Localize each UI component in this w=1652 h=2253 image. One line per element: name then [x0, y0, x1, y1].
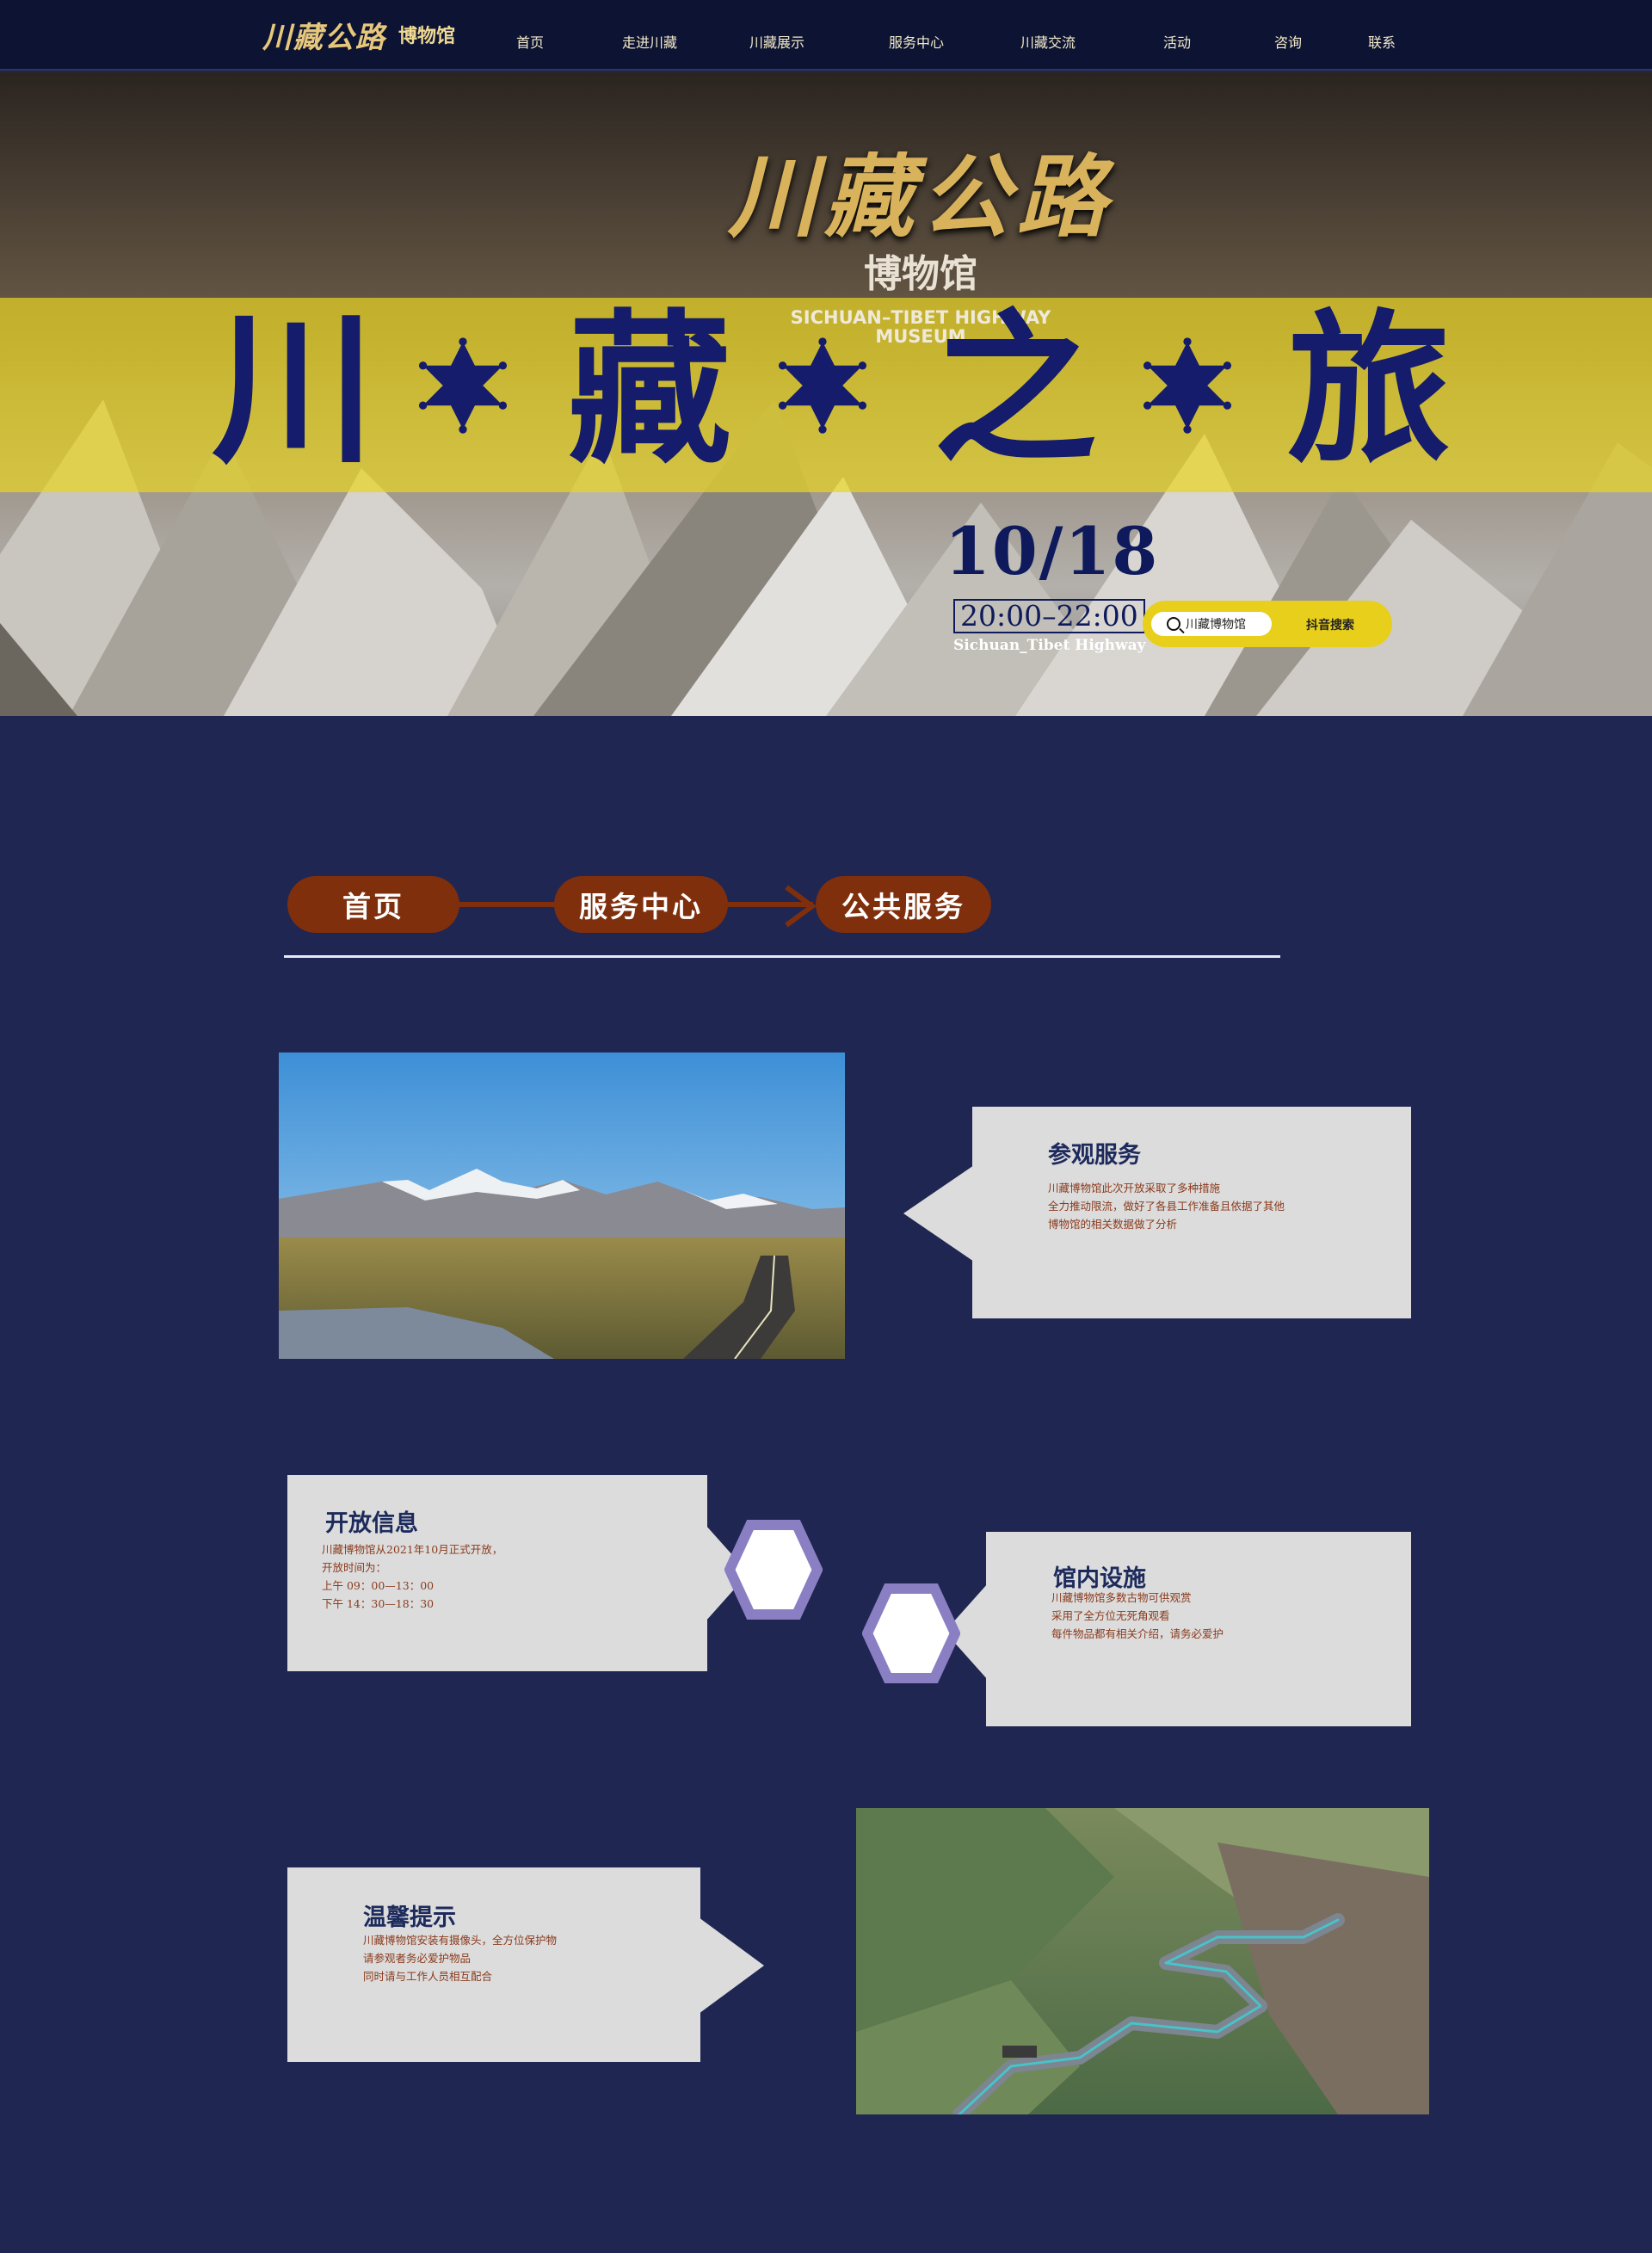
logo-sub: 博物馆 — [398, 26, 456, 47]
top-nav: 川藏公路 博物馆 首页 走进川藏 川藏展示 服务中心 川藏交流 活动 咨询 联系 — [0, 0, 1652, 71]
facility-line: 每件物品都有相关介绍，请务必爱护 — [1051, 1627, 1224, 1640]
card-pointer-right — [699, 1917, 764, 2014]
tips-card: 温馨提示 川藏博物馆安装有摄像头，全方位保护物 请参观者务必爱护物品 同时请与工… — [287, 1867, 700, 2062]
visit-service-card: 参观服务 川藏博物馆此次开放采取了多种措施 全力推动限流，做好了各县工作准备且依… — [972, 1107, 1411, 1318]
hero-title-script: 川藏公路 — [727, 144, 1113, 250]
hero-char-1: 川 — [212, 295, 376, 485]
facility-line: 采用了全方位无死角观看 — [1051, 1609, 1170, 1622]
open-info-line: 上午 09：00—13：00 — [322, 1579, 435, 1592]
search-icon — [1167, 617, 1180, 631]
nav-item-service[interactable]: 服务中心 — [889, 31, 944, 52]
nav-item-home[interactable]: 首页 — [516, 31, 544, 52]
tips-line: 川藏博物馆安装有摄像头，全方位保护物 — [363, 1934, 558, 1947]
site-logo[interactable]: 川藏公路 博物馆 — [262, 15, 456, 55]
nav-item-activity[interactable]: 活动 — [1163, 31, 1191, 52]
nav-item-about[interactable]: 走进川藏 — [622, 31, 677, 52]
visit-service-line: 博物馆的相关数据做了分析 — [1048, 1218, 1178, 1231]
facility-card: 馆内设施 川藏博物馆多数古物可供观赏 采用了全方位无死角观看 每件物品都有相关介… — [986, 1532, 1411, 1726]
search-button[interactable]: 抖音搜索 — [1306, 616, 1354, 633]
hero-caption: Sichuan_Tibet Highway — [953, 637, 1146, 654]
hero-char-2: 藏 — [568, 295, 732, 485]
crumb-connector — [447, 902, 559, 907]
tips-line: 同时请与工作人员相互配合 — [363, 1970, 493, 1983]
nav-item-contact[interactable]: 联系 — [1368, 31, 1396, 52]
star-icon — [418, 337, 508, 434]
star-icon — [1143, 337, 1232, 434]
search-input[interactable]: 川藏博物馆 — [1151, 612, 1272, 636]
breadcrumb-public-service[interactable]: 公共服务 — [816, 876, 991, 933]
facility-line: 川藏博物馆多数古物可供观赏 — [1051, 1591, 1192, 1604]
facility-text: 川藏博物馆多数古物可供观赏 采用了全方位无死角观看 每件物品都有相关介绍，请务必… — [1051, 1589, 1224, 1643]
tips-text: 川藏博物馆安装有摄像头，全方位保护物 请参观者务必爱护物品 同时请与工作人员相互… — [363, 1931, 557, 1985]
breadcrumb-divider — [284, 955, 1280, 958]
hero-title-sub: 博物馆 — [864, 252, 977, 296]
hexagon-icon — [862, 1583, 960, 1683]
hero-char-3: 之 — [934, 295, 1098, 485]
hero-char-4: 旅 — [1287, 295, 1452, 485]
event-time: 20:00–22:00 — [953, 599, 1145, 633]
visit-service-title: 参观服务 — [1048, 1142, 1141, 1169]
logo-script: 川藏公路 — [262, 20, 386, 55]
visit-service-text: 川藏博物馆此次开放采取了多种措施 全力推动限流，做好了各县工作准备且依据了其他 … — [1048, 1179, 1285, 1233]
nav-item-exhibits[interactable]: 川藏展示 — [749, 31, 804, 52]
breadcrumb-service-center[interactable]: 服务中心 — [554, 876, 728, 933]
search-value: 川藏博物馆 — [1186, 618, 1246, 632]
visit-service-line: 全力推动限流，做好了各县工作准备且依据了其他 — [1048, 1200, 1285, 1213]
tips-line: 请参观者务必爱护物品 — [363, 1952, 472, 1965]
open-info-line: 川藏博物馆从2021年10月正式开放， — [322, 1543, 503, 1556]
open-info-line: 下午 14：30—18：30 — [322, 1597, 435, 1610]
plateau-road-photo — [279, 1052, 845, 1359]
visit-service-line: 川藏博物馆此次开放采取了多种措施 — [1048, 1182, 1221, 1194]
tips-title: 温馨提示 — [363, 1904, 456, 1931]
mountain-road-photo — [856, 1808, 1429, 2114]
open-info-card: 开放信息 川藏博物馆从2021年10月正式开放， 开放时间为： 上午 09：00… — [287, 1475, 707, 1671]
card-pointer-left — [903, 1165, 974, 1262]
nav-item-exchange[interactable]: 川藏交流 — [1020, 31, 1076, 52]
star-icon — [778, 337, 867, 434]
open-info-text: 川藏博物馆从2021年10月正式开放， 开放时间为： 上午 09：00—13：0… — [322, 1540, 502, 1613]
hero-banner: 川藏公路 博物馆 SICHUAN–TIBET HIGHWAY MUSEUM 川 … — [0, 72, 1652, 716]
nav-item-consult[interactable]: 咨询 — [1274, 31, 1302, 52]
douyin-search: 川藏博物馆 抖音搜索 — [1143, 601, 1392, 647]
event-date: 10/18 — [945, 513, 1160, 589]
breadcrumb-home[interactable]: 首页 — [287, 876, 459, 933]
open-info-title: 开放信息 — [325, 1510, 418, 1537]
hexagon-icon — [724, 1520, 823, 1620]
open-info-line: 开放时间为： — [322, 1561, 387, 1574]
